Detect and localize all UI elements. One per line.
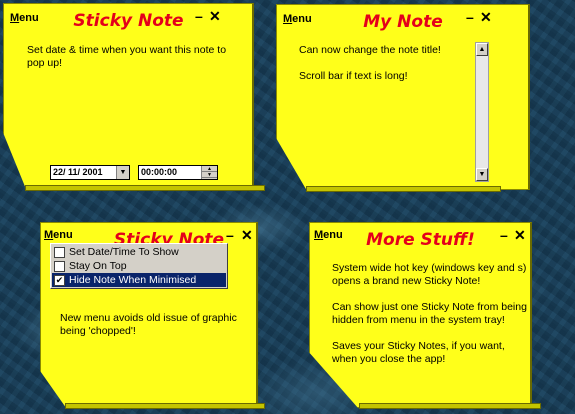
checkbox-icon[interactable] [54, 260, 65, 272]
note-line: New menu avoids old issue of graphic bei… [60, 312, 237, 337]
note-menu-popup: Set Date/Time To Show Stay On Top ✔ Hide… [50, 243, 228, 289]
note-text[interactable]: Can now change the note title! Scroll ba… [299, 44, 479, 96]
scroll-up-icon[interactable]: ▲ [476, 43, 488, 56]
page-curl [25, 185, 265, 191]
minimize-button[interactable]: – [500, 228, 508, 242]
menu-item-hide-when-minimised[interactable]: ✔ Hide Note When Minimised [52, 273, 226, 287]
note-line: Can show just one Sticky Note from being… [332, 301, 527, 326]
note-line: System wide hot key (windows key and s) … [332, 262, 527, 287]
note-title[interactable]: My Note [276, 12, 530, 32]
close-button[interactable]: ✕ [209, 9, 221, 23]
page-curl [65, 403, 265, 409]
page-curl [359, 403, 541, 409]
time-value: 00:00:00 [141, 167, 178, 177]
sticky-note-2: Menu My Note – ✕ Can now change the note… [276, 4, 530, 192]
close-button[interactable]: ✕ [480, 10, 492, 24]
dropdown-arrow-icon[interactable]: ▼ [116, 166, 129, 179]
note-line: Saves your Sticky Notes, if you want, wh… [332, 340, 505, 365]
close-button[interactable]: ✕ [241, 228, 253, 242]
checkbox-icon[interactable] [54, 246, 65, 258]
minimize-button[interactable]: – [226, 228, 234, 242]
scroll-down-icon[interactable]: ▼ [476, 168, 488, 181]
time-spinner[interactable]: ▲ ▼ [201, 166, 217, 179]
page-curl [306, 186, 501, 192]
minimize-button[interactable]: – [466, 10, 474, 24]
time-picker[interactable]: 00:00:00 ▲ ▼ [138, 165, 218, 180]
sticky-note-4: Menu More Stuff! – ✕ System wide hot key… [309, 222, 541, 409]
scrollbar[interactable]: ▲ ▼ [475, 42, 489, 182]
close-button[interactable]: ✕ [514, 228, 526, 242]
checkmark-icon[interactable]: ✔ [54, 274, 65, 286]
sticky-note-3: Menu Sticky Note – ✕ Set Date/Time To Sh… [40, 222, 265, 409]
note-line: Scroll bar if text is long! [299, 70, 408, 82]
date-picker[interactable]: 22/ 11/ 2001 ▼ [50, 165, 130, 180]
note-line: Can now change the note title! [299, 44, 441, 56]
spin-down-icon[interactable]: ▼ [202, 172, 217, 178]
minimize-button[interactable]: – [195, 9, 203, 23]
note-text[interactable]: Set date & time when you want this note … [27, 44, 237, 83]
note-line: Set date & time when you want this note … [27, 44, 227, 69]
menu-item-set-date-time[interactable]: Set Date/Time To Show [52, 245, 226, 259]
date-value: 22/ 11/ 2001 [53, 167, 103, 177]
note-title[interactable]: More Stuff! [309, 230, 532, 250]
menu-button[interactable]: Menu [44, 229, 73, 241]
menu-item-stay-on-top[interactable]: Stay On Top [52, 259, 226, 273]
note-text[interactable]: System wide hot key (windows key and s) … [332, 262, 527, 379]
note-text[interactable]: New menu avoids old issue of graphic bei… [60, 312, 240, 351]
sticky-note-1: Menu Sticky Note – ✕ Set date & time whe… [3, 3, 265, 191]
